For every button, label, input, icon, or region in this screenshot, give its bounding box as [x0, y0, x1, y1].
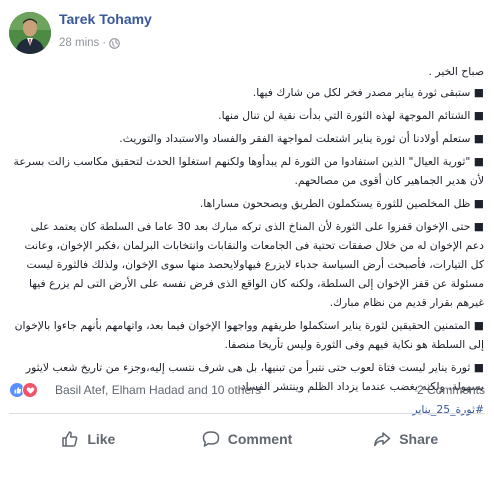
post-paragraph: ■ المتمنين الحقيقين لثورة يناير استكملوا…: [14, 319, 484, 351]
reaction-icons[interactable]: [9, 382, 38, 398]
reactions-bar: Basil Atef, Elham Hadad and 10 others 2 …: [9, 382, 485, 400]
post-header: Tarek Tohamy 28 mins ·: [0, 0, 494, 60]
post-timestamp[interactable]: 28 mins: [59, 37, 99, 49]
post-paragraph: ■ الشتائم الموجهة لهذه الثورة التي بدأت …: [218, 109, 484, 122]
meta-separator: ·: [102, 37, 107, 49]
author-name[interactable]: Tarek Tohamy: [59, 11, 152, 27]
post-paragraph: ■ ستبقى ثورة يناير مصدر فخر لكل من شارك …: [252, 86, 484, 99]
post-paragraph: ■ ستعلم أولادنا أن ثورة يناير اشتعلت لمو…: [119, 132, 484, 145]
comment-label: Comment: [227, 431, 293, 447]
divider: [9, 413, 485, 414]
post-paragraph: ■ ظل المخلصين للثورة يستكملون الطريق ويص…: [199, 197, 484, 210]
reaction-names[interactable]: Basil Atef, Elham Hadad and 10 others: [55, 383, 261, 397]
post-greeting: صباح الخير .: [428, 65, 484, 78]
thumbs-up-icon: [62, 431, 78, 447]
share-button[interactable]: Share: [326, 418, 485, 460]
share-label: Share: [399, 431, 439, 447]
share-icon: [374, 432, 391, 447]
post-meta: 28 mins ·: [59, 37, 120, 49]
globe-icon[interactable]: [109, 37, 120, 49]
comment-button[interactable]: Comment: [168, 418, 327, 460]
comments-count[interactable]: 2 Comments: [417, 383, 485, 397]
hashtag-link[interactable]: #ثورة_25_يناير: [412, 403, 484, 416]
comment-icon: [202, 431, 219, 447]
post-paragraph: ■ "ثورية العيال" الذين استفادوا من الثور…: [13, 155, 484, 187]
author-avatar[interactable]: [9, 12, 51, 54]
action-bar: Like Comment Share: [9, 418, 485, 460]
love-reaction-icon: [22, 382, 38, 398]
like-button[interactable]: Like: [9, 418, 168, 460]
post-body: صباح الخير . ■ ستبقى ثورة يناير مصدر فخر…: [10, 62, 484, 423]
post-paragraph: ■ حتى الإخوان قفزوا على الثورة لأن المنا…: [24, 220, 484, 309]
like-label: Like: [87, 431, 116, 447]
